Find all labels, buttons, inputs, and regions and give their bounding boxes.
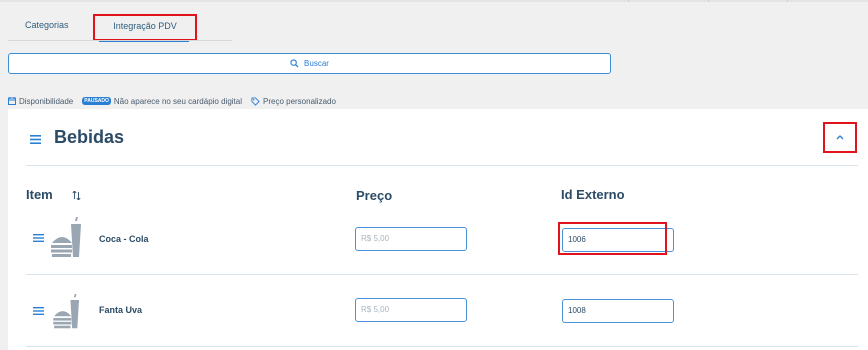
product-name: Fanta Uva xyxy=(99,305,143,315)
legend: Disponibilidade PAUSADO Não aparece no s… xyxy=(8,95,345,107)
external-id-input[interactable]: 1008 xyxy=(562,299,674,323)
drag-handle-icon[interactable] xyxy=(33,307,44,315)
price-input[interactable]: R$ 5,00 xyxy=(355,227,467,251)
search-icon xyxy=(290,59,299,68)
tab-integracao-pdv-label: Integração PDV xyxy=(113,21,177,31)
category-menu-icon[interactable] xyxy=(30,135,41,144)
product-name: Coca - Cola xyxy=(99,234,149,244)
burger-drink-icon xyxy=(53,294,79,329)
legend-custom-price-label: Preço personalizado xyxy=(263,96,336,106)
highlight-box xyxy=(558,222,667,255)
tab-bar: Categorias Integração PDV xyxy=(0,14,300,42)
column-header-price: Preço xyxy=(356,188,393,203)
column-header-external-id: Id Externo xyxy=(561,187,625,202)
category-title: Bebidas xyxy=(54,127,125,147)
tabs-divider xyxy=(8,40,232,41)
tag-icon xyxy=(251,96,260,106)
legend-custom-price: Preço personalizado xyxy=(251,97,336,106)
tab-integracao-pdv[interactable]: Integração PDV xyxy=(93,14,197,42)
chevron-up-icon xyxy=(836,135,844,140)
tab-categorias[interactable]: Categorias xyxy=(25,20,69,30)
legend-hidden-label: Não aparece no seu cardápio digital xyxy=(113,96,242,106)
drag-handle-icon[interactable] xyxy=(33,234,44,242)
legend-availability: Disponibilidade xyxy=(8,97,73,106)
search-button-label: Buscar xyxy=(304,59,329,68)
collapse-button[interactable] xyxy=(823,122,857,153)
category-card: Bebidas Item Preço Id Externo Coca - Col… xyxy=(8,109,868,350)
burger-drink-icon xyxy=(51,217,81,257)
search-button[interactable]: Buscar xyxy=(8,53,611,74)
row-divider xyxy=(26,346,858,347)
price-input[interactable]: R$ 5,00 xyxy=(355,298,467,322)
column-header-item: Item xyxy=(26,187,53,202)
top-border xyxy=(0,0,868,2)
legend-hidden: PAUSADO Não aparece no seu cardápio digi… xyxy=(82,97,242,106)
header-divider xyxy=(26,165,858,166)
row-divider xyxy=(26,274,858,275)
calendar-icon xyxy=(8,97,16,105)
sort-icon[interactable] xyxy=(72,191,81,200)
legend-availability-label: Disponibilidade xyxy=(19,96,74,106)
paused-badge: PAUSADO xyxy=(82,97,111,105)
